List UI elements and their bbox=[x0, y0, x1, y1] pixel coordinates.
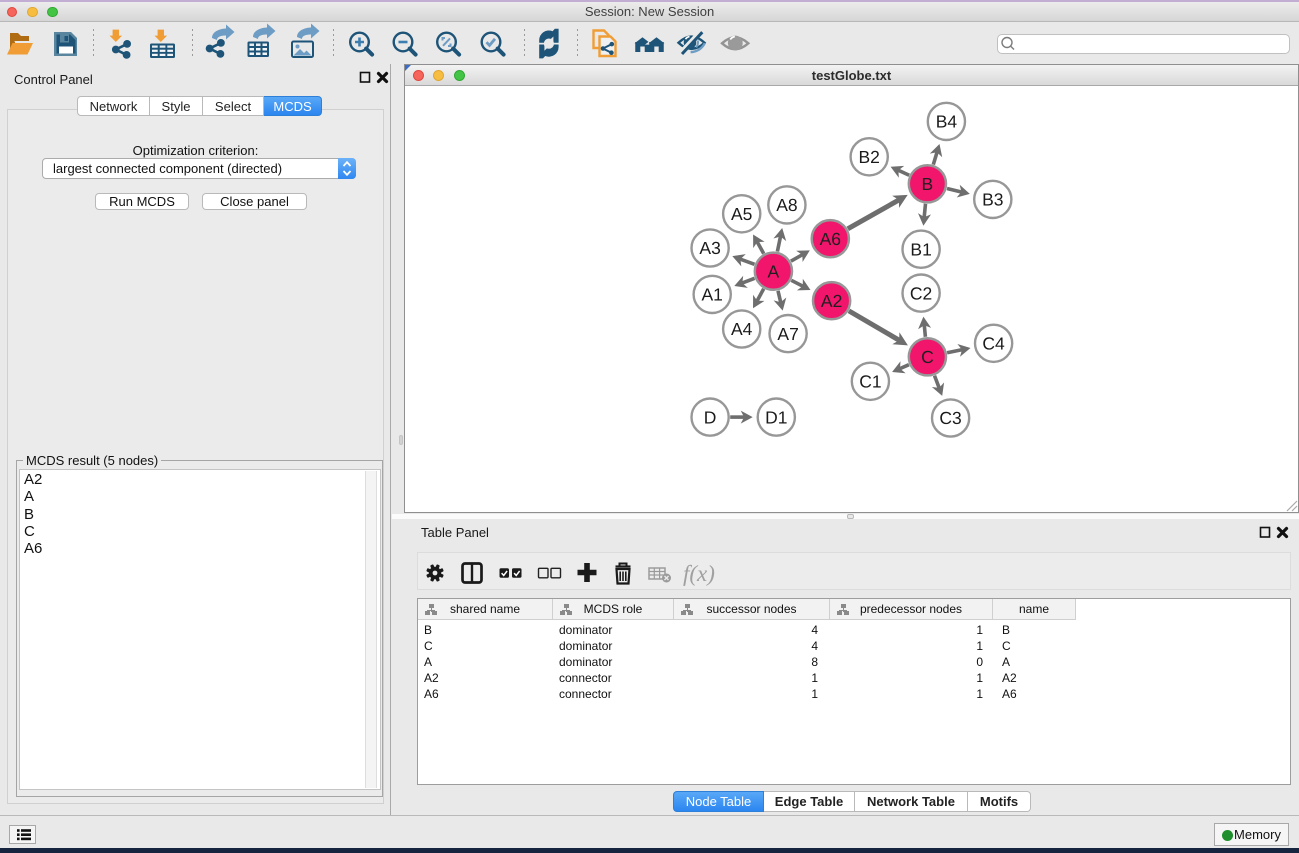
svg-text:A8: A8 bbox=[776, 195, 797, 215]
svg-text:C2: C2 bbox=[910, 283, 932, 303]
svg-text:A2: A2 bbox=[821, 291, 842, 311]
svg-text:A5: A5 bbox=[731, 204, 752, 224]
svg-text:A: A bbox=[768, 261, 780, 281]
svg-text:C: C bbox=[921, 347, 934, 367]
svg-text:B4: B4 bbox=[936, 112, 958, 132]
svg-text:A6: A6 bbox=[820, 229, 841, 249]
svg-text:f(x): f(x) bbox=[683, 561, 715, 586]
svg-text:C3: C3 bbox=[939, 408, 961, 428]
svg-text:A3: A3 bbox=[699, 238, 720, 258]
svg-text:B: B bbox=[922, 174, 934, 194]
svg-text:B2: B2 bbox=[858, 147, 879, 167]
svg-text:A1: A1 bbox=[701, 285, 722, 305]
svg-text:D1: D1 bbox=[765, 407, 787, 427]
svg-text:C4: C4 bbox=[982, 334, 1005, 354]
svg-text:D: D bbox=[704, 407, 717, 427]
svg-text:B3: B3 bbox=[982, 190, 1003, 210]
svg-text:B1: B1 bbox=[910, 239, 931, 259]
svg-text:C1: C1 bbox=[859, 372, 881, 392]
svg-text:A7: A7 bbox=[777, 324, 798, 344]
svg-text:A4: A4 bbox=[731, 319, 753, 339]
